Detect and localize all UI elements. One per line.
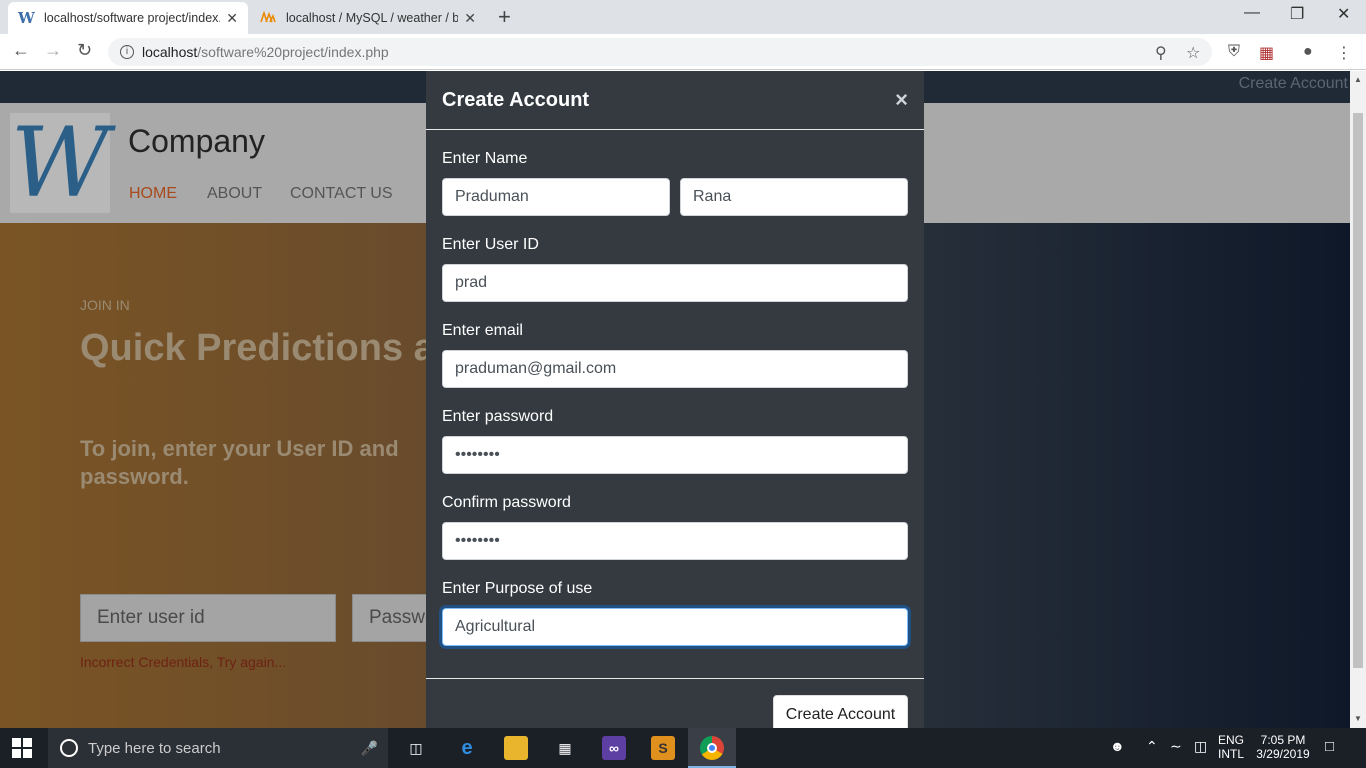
address-bar[interactable]: i localhost/software%20project/index.php	[108, 38, 1212, 66]
company-name: Company	[128, 123, 265, 159]
wordpress-icon: W	[18, 9, 35, 27]
menu-icon[interactable]: ⋮	[1336, 43, 1352, 63]
file-explorer-icon[interactable]	[504, 736, 528, 760]
chrome-icon	[700, 736, 724, 760]
login-error-message: Incorrect Credentials, Try again...	[80, 654, 287, 670]
site-logo: W	[10, 107, 110, 219]
notifications-icon[interactable]: □	[1325, 738, 1334, 755]
password-label: Enter password	[442, 408, 554, 425]
taskbar-search[interactable]: Type here to search 🎤	[48, 728, 388, 768]
create-account-link[interactable]: Create Account	[1239, 75, 1348, 93]
user-id-input[interactable]: prad	[442, 264, 908, 302]
scroll-up-icon[interactable]: ▲	[1354, 75, 1362, 84]
cortana-icon	[60, 739, 78, 757]
page-scrollbar[interactable]: ▲ ▼	[1350, 71, 1366, 728]
confirm-password-input[interactable]: ••••••••	[442, 522, 908, 560]
sublime-text-icon[interactable]: S	[651, 736, 675, 760]
clock-time: 7:05 PM	[1260, 733, 1306, 747]
purpose-label: Enter Purpose of use	[442, 580, 593, 597]
create-account-modal: Create Account × Enter Name Praduman Ran…	[426, 71, 924, 728]
browser-tab-active[interactable]: W localhost/software project/index.php ✕	[8, 2, 248, 34]
modal-title: Create Account	[442, 89, 590, 111]
battery-icon[interactable]: ◫	[1194, 738, 1207, 755]
nav-contact-us[interactable]: CONTACT US	[290, 185, 393, 203]
language-indicator[interactable]: ENG INTL	[1218, 733, 1244, 761]
first-name-input[interactable]: Praduman	[442, 178, 670, 216]
forward-icon[interactable]: →	[44, 40, 62, 61]
tray-chevron-icon[interactable]: ⌃	[1146, 738, 1158, 755]
modal-close-icon[interactable]: ×	[895, 87, 908, 113]
nav-home[interactable]: HOME	[129, 185, 177, 203]
new-tab-button[interactable]: +	[498, 4, 511, 30]
modal-header-divider	[426, 129, 924, 130]
extension-shield-icon[interactable]: ⛨	[1228, 43, 1240, 61]
edge-icon[interactable]: e	[455, 736, 479, 760]
browser-tab-inactive[interactable]: localhost / MySQL / weather / blog ✕	[250, 2, 486, 34]
windows-start-icon[interactable]	[12, 738, 32, 758]
url-path: /software%20project/index.php	[197, 44, 389, 60]
tab-title: localhost / MySQL / weather / blog	[286, 11, 459, 25]
web-page: Create Account W Company HOME ABOUT CONT…	[0, 71, 1350, 728]
profile-icon[interactable]: ●	[1303, 43, 1313, 61]
clock-date: 3/29/2019	[1256, 747, 1310, 761]
login-instructions: To join, enter your User ID and password…	[80, 436, 399, 489]
browser-toolbar: ← → ↻ i localhost/software%20project/ind…	[0, 34, 1366, 70]
browser-tab-bar: W localhost/software project/index.php ✕…	[0, 0, 1366, 34]
window-close-icon[interactable]: ✕	[1337, 4, 1350, 24]
phpmyadmin-icon	[260, 9, 278, 26]
last-name-input[interactable]: Rana	[680, 178, 908, 216]
hero-headline: Quick Predictions a	[80, 327, 435, 369]
store-icon[interactable]: ▦	[553, 736, 577, 760]
windows-taskbar: Type here to search 🎤 ◫ e ▦ ∞ S ☻ ⌃ ∼ ◫ …	[0, 728, 1366, 768]
pdf-extension-icon[interactable]: ▦	[1259, 43, 1274, 63]
url-host: localhost	[142, 44, 198, 60]
nav-about[interactable]: ABOUT	[207, 185, 262, 203]
tab-close-icon[interactable]: ✕	[464, 10, 476, 27]
language-code: ENG	[1218, 733, 1245, 747]
login-user-id-input[interactable]: Enter user id	[80, 594, 336, 642]
back-icon[interactable]: ←	[12, 40, 30, 61]
tab-title: localhost/software project/index.php	[44, 11, 220, 25]
clock[interactable]: 7:05 PM 3/29/2019	[1256, 733, 1310, 761]
network-icon[interactable]: ∼	[1170, 738, 1182, 755]
people-icon[interactable]: ☻	[1110, 738, 1125, 754]
confirm-password-label: Confirm password	[442, 494, 571, 511]
search-placeholder: Type here to search	[88, 739, 221, 757]
bookmark-star-icon[interactable]: ☆	[1186, 43, 1200, 63]
scroll-down-icon[interactable]: ▼	[1354, 714, 1362, 723]
email-input[interactable]: praduman@gmail.com	[442, 350, 908, 388]
email-label: Enter email	[442, 322, 523, 339]
minimize-icon[interactable]: —	[1244, 4, 1260, 22]
microphone-icon[interactable]: 🎤	[361, 740, 378, 757]
password-input[interactable]: ••••••••	[442, 436, 908, 474]
purpose-input[interactable]: Agricultural	[442, 608, 908, 646]
tab-close-icon[interactable]: ✕	[226, 10, 238, 27]
keyboard-layout: INTL	[1218, 747, 1245, 761]
modal-footer-divider	[426, 678, 924, 679]
key-icon[interactable]: ⚲	[1155, 43, 1167, 63]
infinity-app-icon[interactable]: ∞	[602, 736, 626, 760]
task-view-icon[interactable]: ◫	[404, 736, 428, 760]
create-account-button[interactable]: Create Account	[773, 695, 908, 728]
site-info-icon[interactable]: i	[120, 45, 134, 59]
user-id-label: Enter User ID	[442, 236, 539, 253]
chrome-taskbar-active[interactable]	[688, 728, 736, 768]
restore-icon[interactable]: ❐	[1290, 4, 1304, 24]
reload-icon[interactable]: ↻	[77, 40, 92, 61]
name-label: Enter Name	[442, 150, 528, 167]
scroll-thumb[interactable]	[1353, 113, 1363, 668]
join-in-label: JOIN IN	[80, 297, 130, 313]
